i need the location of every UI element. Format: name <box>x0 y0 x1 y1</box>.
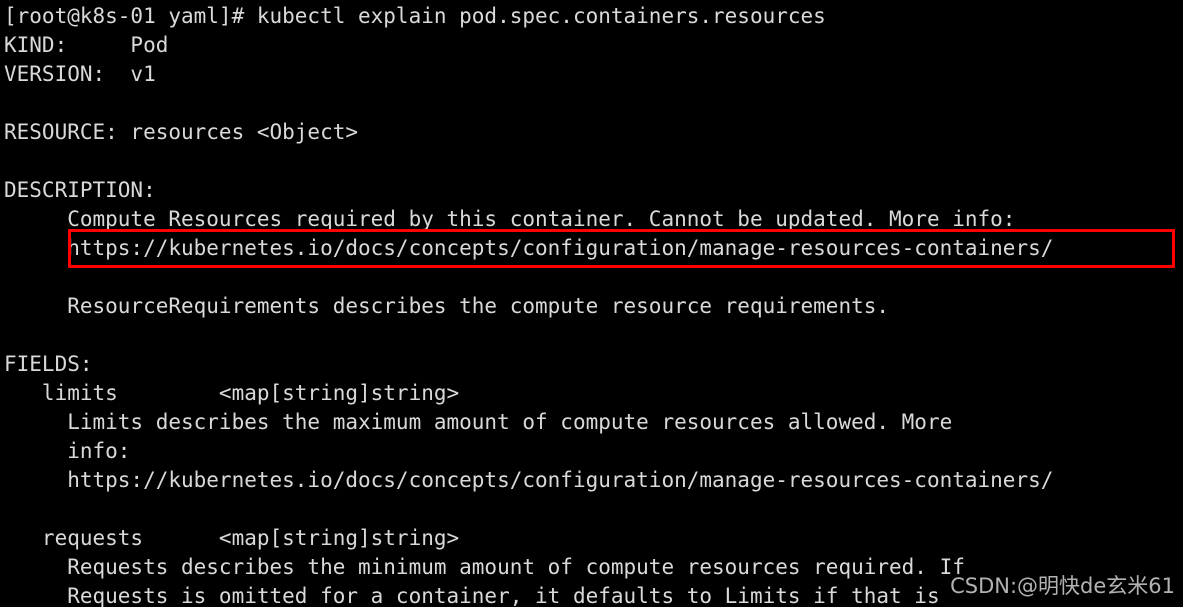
terminal-line-blank-5 <box>0 495 1183 524</box>
terminal-line-blank-2 <box>0 147 1183 176</box>
terminal-line-version: VERSION: v1 <box>4 62 156 86</box>
terminal-line-limits-desc-2: info: <box>4 439 131 463</box>
terminal-window: [root@k8s-01 yaml]# kubectl explain pod.… <box>0 0 1183 607</box>
terminal-line-kind: KIND: Pod <box>4 33 169 57</box>
terminal-line-resource: RESOURCE: resources <Object> <box>4 120 359 144</box>
terminal-line-limits-url: https://kubernetes.io/docs/concepts/conf… <box>4 468 1054 492</box>
terminal-line-prompt-command: [root@k8s-01 yaml]# kubectl explain pod.… <box>4 4 826 28</box>
terminal-output[interactable]: [root@k8s-01 yaml]# kubectl explain pod.… <box>0 2 1183 607</box>
terminal-line-description-text: Compute Resources required by this conta… <box>4 207 1016 231</box>
terminal-line-requests-desc-2: Requests is omitted for a container, it … <box>4 584 940 607</box>
terminal-line-field-limits: limits <map[string]string> <box>4 381 460 405</box>
terminal-line-description-url: https://kubernetes.io/docs/concepts/conf… <box>4 236 1054 260</box>
terminal-line-resourcerequirements: ResourceRequirements describes the compu… <box>4 294 890 318</box>
terminal-line-blank-3 <box>0 263 1183 292</box>
terminal-line-blank-1 <box>0 89 1183 118</box>
terminal-line-limits-desc-1: Limits describes the maximum amount of c… <box>4 410 953 434</box>
terminal-line-field-requests: requests <map[string]string> <box>4 526 460 550</box>
terminal-line-fields-label: FIELDS: <box>4 352 93 376</box>
terminal-line-requests-desc-1: Requests describes the minimum amount of… <box>4 555 965 579</box>
terminal-line-description-label: DESCRIPTION: <box>4 178 156 202</box>
terminal-line-blank-4 <box>0 321 1183 350</box>
